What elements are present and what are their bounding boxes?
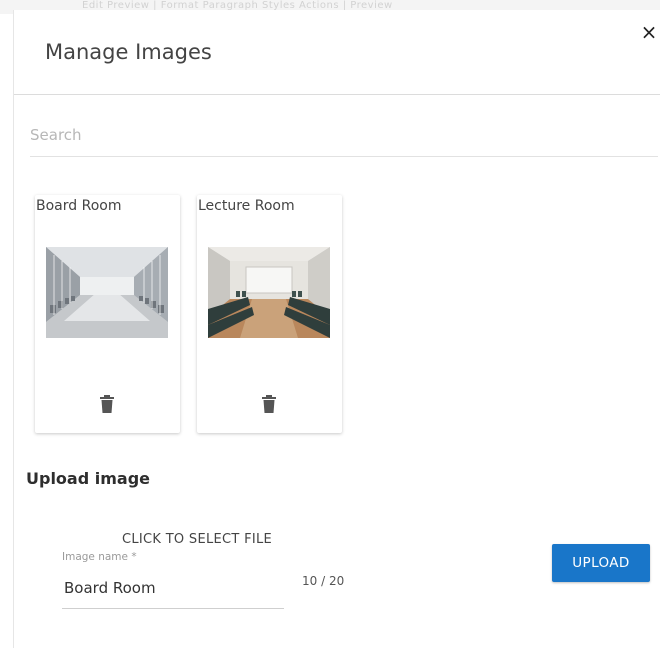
- character-counter: 10 / 20: [302, 574, 345, 588]
- manage-images-dialog: Manage Images × Board Room: [14, 10, 660, 648]
- image-card-title: Board Room: [36, 198, 122, 214]
- lecture-room-thumbnail: [208, 247, 330, 338]
- trash-icon[interactable]: [99, 395, 115, 413]
- select-file-button[interactable]: CLICK TO SELECT FILE: [122, 532, 272, 547]
- image-card-title: Lecture Room: [198, 198, 295, 214]
- dialog-title: Manage Images: [45, 40, 212, 64]
- image-name-label: Image name *: [62, 551, 137, 563]
- upload-button[interactable]: UPLOAD: [552, 544, 650, 582]
- image-card-lecture-room[interactable]: Lecture Room: [197, 195, 342, 433]
- trash-icon[interactable]: [261, 395, 277, 413]
- upload-image-heading: Upload image: [26, 469, 150, 488]
- image-name-field: Image name *: [62, 550, 284, 609]
- close-icon[interactable]: ×: [638, 21, 660, 43]
- search-field: [30, 116, 658, 157]
- image-card-board-room[interactable]: Board Room: [35, 195, 180, 433]
- search-input[interactable]: [30, 122, 650, 148]
- image-name-input[interactable]: [64, 576, 278, 600]
- dialog-header: Manage Images ×: [14, 10, 660, 95]
- board-room-thumbnail: [46, 247, 168, 338]
